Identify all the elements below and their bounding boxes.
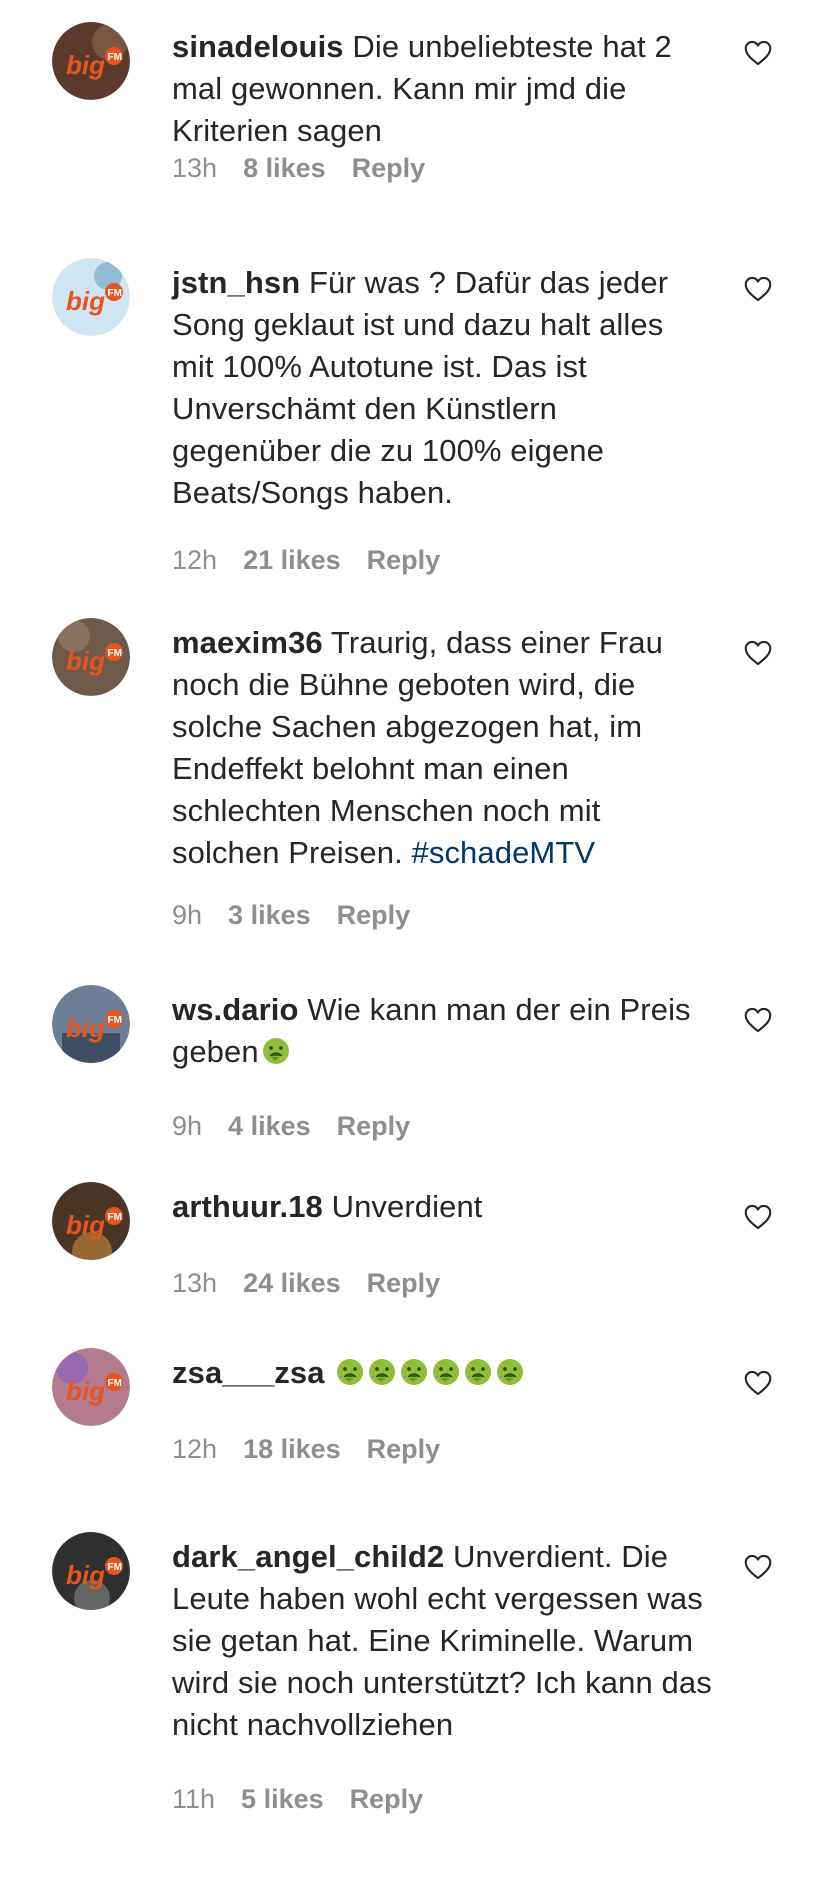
comment-text: Traurig, dass einer Frau noch die Bühne … — [172, 625, 663, 870]
comment-meta: 12h 18 likes Reply — [172, 1434, 466, 1465]
svg-text:FM: FM — [108, 288, 122, 299]
reply-button[interactable]: Reply — [350, 1784, 424, 1814]
reply-button[interactable]: Reply — [367, 1434, 441, 1464]
comment-username[interactable]: dark_angel_child2 — [172, 1539, 444, 1574]
comment-meta: 13h 24 likes Reply — [172, 1268, 466, 1299]
nauseated-face-emoji — [335, 1357, 365, 1387]
comment-meta: 12h 21 likes Reply — [172, 545, 466, 576]
heart-outline-icon[interactable] — [744, 1370, 772, 1396]
comment-body: arthuur.18 Unverdient — [172, 1186, 712, 1228]
svg-text:FM: FM — [108, 1562, 122, 1573]
comment-likes[interactable]: 8 likes — [243, 153, 326, 183]
heart-outline-icon[interactable] — [744, 1204, 772, 1230]
nauseated-face-emoji — [431, 1357, 461, 1387]
avatar[interactable]: big FM — [52, 258, 130, 336]
comment-body: dark_angel_child2 Unverdient. Die Leute … — [172, 1536, 712, 1746]
svg-text:big: big — [66, 1560, 105, 1590]
reply-button[interactable]: Reply — [337, 900, 411, 930]
comment-likes[interactable]: 18 likes — [243, 1434, 341, 1464]
comment-body: jstn_hsn Für was ? Dafür das jeder Song … — [172, 262, 712, 514]
nauseated-face-emoji — [367, 1357, 397, 1387]
svg-text:FM: FM — [108, 1378, 122, 1389]
comment-likes[interactable]: 21 likes — [243, 545, 341, 575]
svg-text:big: big — [66, 646, 105, 676]
comment-body: ws.dario Wie kann man der ein Preis gebe… — [172, 989, 712, 1073]
comment-body: zsa___zsa — [172, 1352, 712, 1394]
svg-text:big: big — [66, 1210, 105, 1240]
comment-time: 12h — [172, 545, 218, 575]
avatar[interactable]: big FM — [52, 22, 130, 100]
svg-text:FM: FM — [108, 52, 122, 63]
comment-likes[interactable]: 4 likes — [228, 1111, 311, 1141]
comment-username[interactable]: zsa___zsa — [172, 1355, 325, 1390]
svg-text:FM: FM — [108, 648, 122, 659]
svg-text:FM: FM — [108, 1015, 122, 1026]
svg-text:big: big — [66, 1013, 105, 1043]
comment-meta: 9h 4 likes Reply — [172, 1111, 436, 1142]
avatar[interactable]: big FM — [52, 985, 130, 1063]
hashtag-link[interactable]: #schadeMTV — [412, 835, 596, 870]
svg-text:big: big — [66, 286, 105, 316]
nauseated-face-emoji — [463, 1357, 493, 1387]
comment-likes[interactable]: 3 likes — [228, 900, 311, 930]
comment-time: 9h — [172, 1111, 203, 1141]
comment-time: 13h — [172, 153, 218, 183]
heart-outline-icon[interactable] — [744, 640, 772, 666]
comment-likes[interactable]: 5 likes — [241, 1784, 324, 1814]
comment-text: Für was ? Dafür das jeder Song geklaut i… — [172, 265, 669, 510]
svg-text:big: big — [66, 50, 105, 80]
comment-meta: 11h 5 likes Reply — [172, 1784, 449, 1815]
heart-outline-icon[interactable] — [744, 1007, 772, 1033]
heart-outline-icon[interactable] — [744, 40, 772, 66]
heart-outline-icon[interactable] — [744, 276, 772, 302]
reply-button[interactable]: Reply — [352, 153, 426, 183]
avatar[interactable]: big FM — [52, 1182, 130, 1260]
comment-username[interactable]: jstn_hsn — [172, 265, 300, 300]
reply-button[interactable]: Reply — [337, 1111, 411, 1141]
nauseated-face-emoji — [399, 1357, 429, 1387]
comment-meta: 9h 3 likes Reply — [172, 900, 436, 931]
comment-username[interactable]: maexim36 — [172, 625, 323, 660]
comment-username[interactable]: arthuur.18 — [172, 1189, 323, 1224]
comment-time: 9h — [172, 900, 203, 930]
nauseated-face-emoji — [261, 1036, 291, 1066]
svg-text:big: big — [66, 1376, 105, 1406]
comment-body: maexim36 Traurig, dass einer Frau noch d… — [172, 622, 712, 874]
nauseated-face-emoji — [495, 1357, 525, 1387]
comment-time: 11h — [172, 1784, 216, 1814]
avatar[interactable]: big FM — [52, 618, 130, 696]
comment-meta: 13h 8 likes Reply — [172, 153, 451, 184]
reply-button[interactable]: Reply — [367, 1268, 441, 1298]
reply-button[interactable]: Reply — [367, 545, 441, 575]
avatar[interactable]: big FM — [52, 1348, 130, 1426]
comment-time: 13h — [172, 1268, 218, 1298]
comment-body: sinadelouis Die unbeliebteste hat 2 mal … — [172, 26, 712, 152]
comment-username[interactable]: sinadelouis — [172, 29, 344, 64]
svg-text:FM: FM — [108, 1212, 122, 1223]
heart-outline-icon[interactable] — [744, 1554, 772, 1580]
comment-text: Unverdient — [331, 1189, 483, 1224]
avatar[interactable]: big FM — [52, 1532, 130, 1610]
comment-username[interactable]: ws.dario — [172, 992, 299, 1027]
comment-likes[interactable]: 24 likes — [243, 1268, 341, 1298]
comment-time: 12h — [172, 1434, 218, 1464]
